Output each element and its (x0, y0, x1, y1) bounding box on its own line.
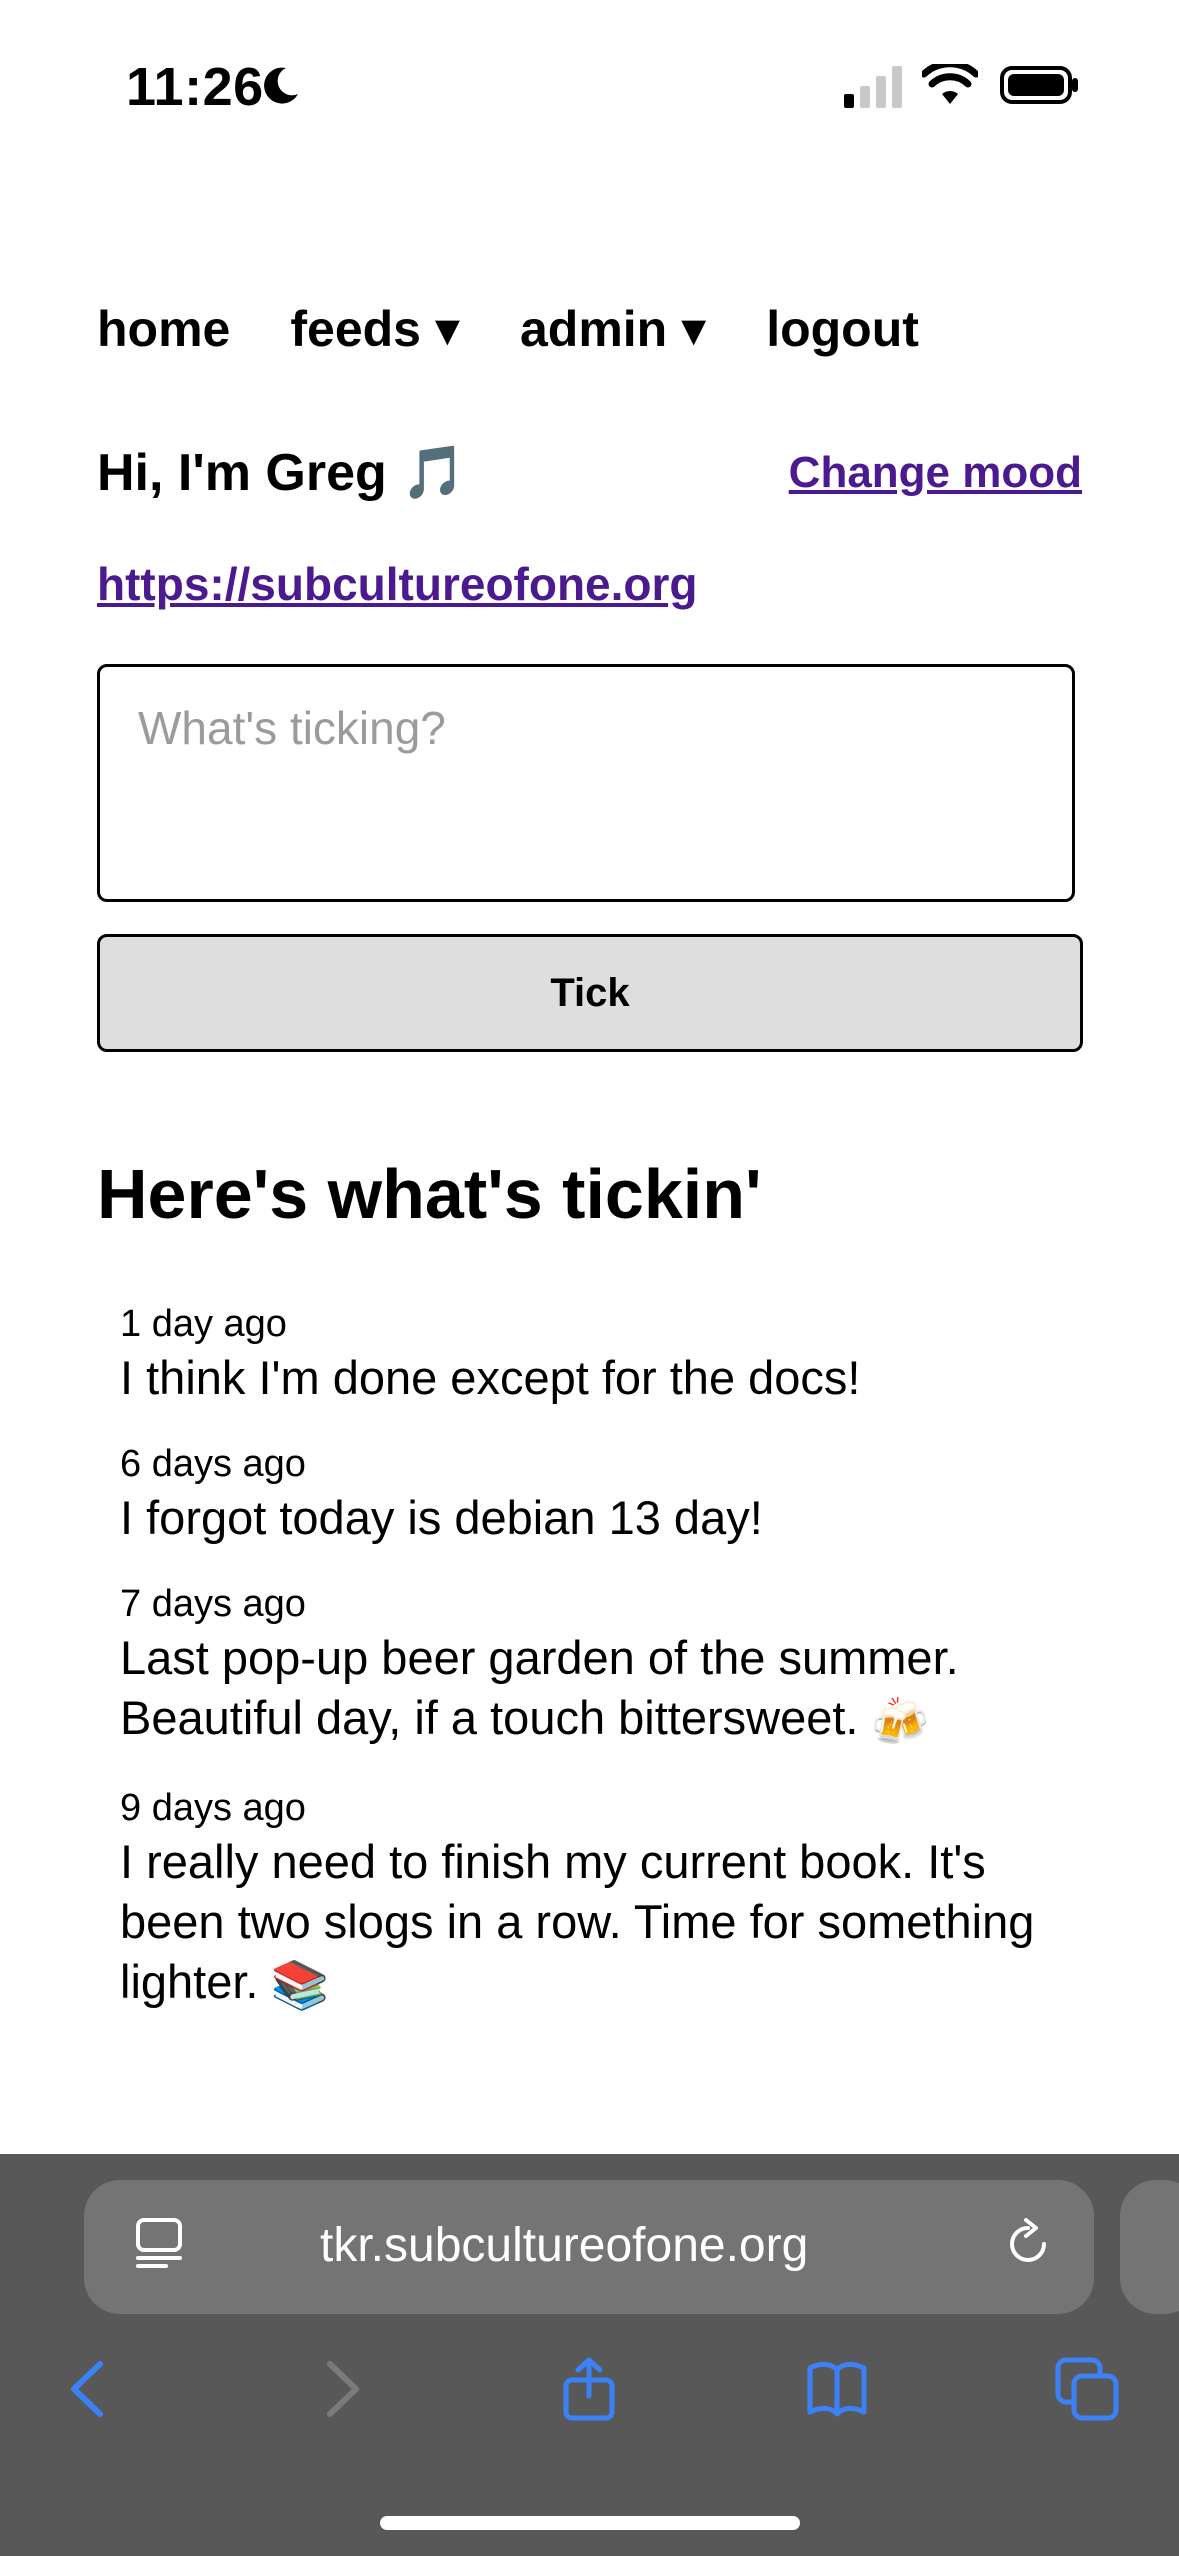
home-indicator (380, 2516, 800, 2530)
nav-admin[interactable]: admin ▾ (520, 300, 706, 358)
next-tab-pill[interactable] (1120, 2180, 1179, 2314)
nav-home[interactable]: home (97, 300, 230, 358)
tick-list: 1 day ago I think I'm done except for th… (120, 1300, 1080, 2047)
greeting: Hi, I'm Greg 🎵 (97, 444, 466, 502)
tick-text: I really need to finish my current book.… (120, 1832, 1080, 2016)
reader-icon[interactable] (134, 2216, 184, 2272)
beer-icon: 🍻 (870, 1694, 930, 1748)
books-icon: 📚 (270, 1958, 330, 2012)
list-item: 1 day ago I think I'm done except for th… (120, 1300, 1080, 1408)
tick-time: 9 days ago (120, 1786, 306, 1829)
tick-time: 7 days ago (120, 1583, 306, 1625)
tick-text: Last pop-up beer garden of the summer. B… (120, 1628, 1080, 1752)
tick-text-body: Last pop-up beer garden of the summer. B… (120, 1631, 959, 1744)
tick-time: 1 day ago (120, 1303, 287, 1345)
tick-time: 6 days ago (120, 1443, 306, 1485)
tick-text-body: I think I'm done except for the docs! (120, 1351, 861, 1404)
list-item: 6 days ago I forgot today is debian 13 d… (120, 1440, 1080, 1548)
site-link[interactable]: https://subcultureofone.org (97, 557, 698, 611)
battery-icon (1000, 66, 1078, 104)
tick-input[interactable] (97, 664, 1075, 902)
nav-logout[interactable]: logout (766, 300, 919, 358)
wifi-icon (922, 64, 978, 104)
share-icon[interactable] (556, 2356, 622, 2422)
tabs-icon[interactable] (1054, 2356, 1120, 2422)
change-mood-link[interactable]: Change mood (789, 448, 1082, 498)
bookmarks-icon[interactable] (804, 2356, 870, 2422)
back-icon[interactable] (56, 2356, 122, 2422)
list-item: 7 days ago Last pop-up beer garden of th… (120, 1580, 1080, 1752)
reload-icon[interactable] (1000, 2216, 1056, 2272)
tick-text-body: I really need to finish my current book.… (120, 1834, 1035, 2008)
tick-button[interactable]: Tick (97, 934, 1083, 1052)
tick-text: I forgot today is debian 13 day! (120, 1488, 1080, 1548)
tick-text: I think I'm done except for the docs! (120, 1348, 1080, 1408)
top-nav: home feeds ▾ admin ▾ logout (97, 300, 919, 358)
moon-icon (264, 67, 298, 104)
url-text[interactable]: tkr.subcultureofone.org (320, 2218, 808, 2273)
forward-icon[interactable] (308, 2356, 374, 2422)
section-title: Here's what's tickin' (97, 1155, 762, 1233)
status-time: 11:26 (126, 57, 264, 117)
tick-text-body: I forgot today is debian 13 day! (120, 1491, 763, 1544)
nav-feeds[interactable]: feeds ▾ (290, 300, 460, 358)
list-item: 9 days ago I really need to finish my cu… (120, 1784, 1080, 2016)
signal-icon (844, 66, 902, 108)
